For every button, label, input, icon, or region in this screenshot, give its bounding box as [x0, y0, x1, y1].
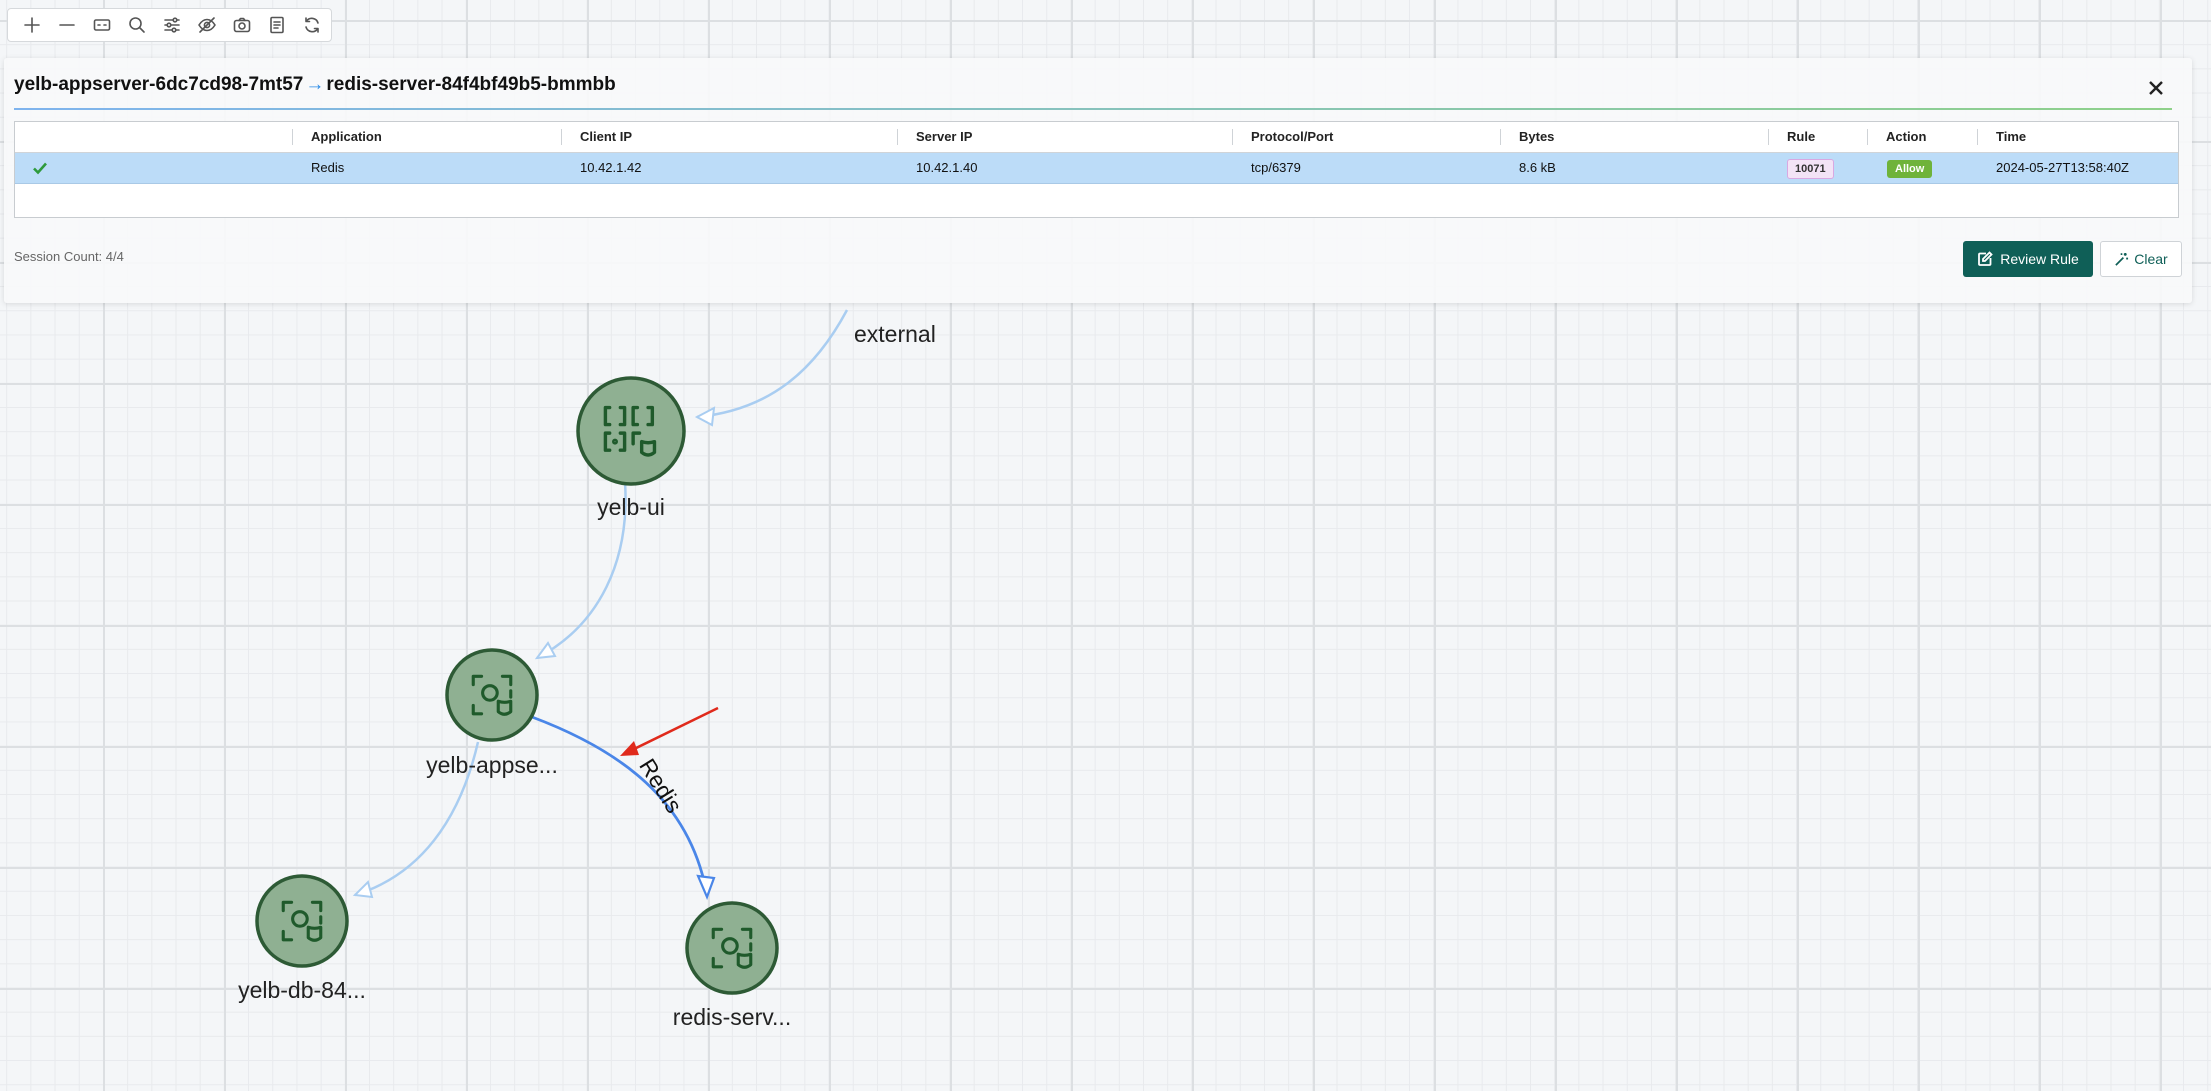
report-button[interactable] [259, 10, 294, 40]
edge-yelb-ui-arrowhead [534, 641, 557, 660]
session-count: Session Count: 4/4 [14, 249, 124, 264]
action-badge: Allow [1887, 160, 1933, 178]
cell-server-ip: 10.42.1.40 [916, 160, 978, 175]
annotation-arrowhead [620, 741, 639, 756]
column-header-action[interactable]: Action [1886, 122, 1926, 152]
report-icon [269, 16, 284, 34]
refresh-button[interactable] [294, 10, 329, 40]
hide-eye-icon [197, 17, 216, 33]
column-header-application[interactable]: Application [311, 122, 382, 152]
column-header-server-ip[interactable]: Server IP [916, 122, 972, 152]
clear-button[interactable]: Clear [2100, 241, 2182, 277]
close-icon [2149, 81, 2163, 95]
refresh-icon [304, 17, 319, 33]
node-redis-server[interactable] [685, 901, 779, 995]
zoom-out-button[interactable] [49, 10, 84, 40]
column-divider [897, 129, 898, 145]
cell-application: Redis [311, 160, 345, 175]
fit-view-button[interactable] [84, 10, 119, 40]
hide-button[interactable] [189, 10, 224, 40]
zoom-out-icon [58, 24, 75, 26]
fit-view-icon [93, 19, 110, 31]
edge-redis-arrowhead [696, 874, 716, 900]
node-label-yelb-appserver: yelb-appse... [426, 752, 558, 778]
column-header-rule[interactable]: Rule [1787, 122, 1815, 152]
filter-sliders-icon [163, 17, 180, 33]
node-label-yelb-ui: yelb-ui [597, 494, 665, 520]
filter-button[interactable] [154, 10, 189, 40]
column-divider [1500, 129, 1501, 145]
annotation-arrow [627, 706, 719, 754]
column-divider [561, 129, 562, 145]
node-yelb-appserver[interactable] [445, 648, 539, 742]
column-header-protocol-port[interactable]: Protocol/Port [1251, 122, 1333, 152]
camera-icon [233, 17, 250, 33]
zoom-in-icon [23, 17, 40, 33]
review-rule-button[interactable]: Review Rule [1963, 241, 2093, 277]
zoom-in-button[interactable] [14, 10, 49, 40]
column-divider [1232, 129, 1233, 145]
screenshot-button[interactable] [224, 10, 259, 40]
column-header-client-ip[interactable]: Client IP [580, 122, 632, 152]
node-label-redis-server: redis-serv... [673, 1004, 791, 1030]
table-header: Application Client IP Server IP Protocol… [15, 122, 2178, 153]
destination-workload: redis-server-84f4bf49b5-bmmbb [326, 74, 616, 95]
flow-detail-panel: yelb-appserver-6dc7cd98-7mt57 → redis-serv… [4, 58, 2192, 303]
node-yelb-db[interactable] [255, 874, 349, 968]
cell-client-ip: 10.42.1.42 [580, 160, 642, 175]
node-yelb-ui[interactable] [576, 376, 686, 486]
edge-label-redis: Redis [634, 754, 687, 818]
column-header-bytes[interactable]: Bytes [1519, 122, 1554, 152]
clear-label: Clear [2134, 251, 2168, 267]
node-label-external: external [854, 321, 936, 347]
edge-external-to-yelb-ui[interactable] [696, 309, 849, 419]
column-divider [1867, 129, 1868, 145]
rule-badge[interactable]: 10071 [1787, 159, 1834, 179]
graph-toolbar [7, 8, 332, 42]
column-header-time[interactable]: Time [1996, 122, 2026, 152]
search-icon [128, 17, 145, 33]
search-button[interactable] [119, 10, 154, 40]
panel-divider [14, 108, 2172, 110]
column-divider [292, 129, 293, 145]
node-label-yelb-db: yelb-db-84... [238, 977, 366, 1003]
magic-wand-icon [2115, 252, 2129, 266]
panel-title: yelb-appserver-6dc7cd98-7mt57 → redis-serv… [14, 74, 616, 96]
cell-time: 2024-05-27T13:58:40Z [1996, 160, 2129, 175]
review-rule-label: Review Rule [2000, 251, 2079, 267]
cell-bytes: 8.6 kB [1519, 160, 1556, 175]
table-row[interactable]: Redis 10.42.1.42 10.42.1.40 tcp/6379 8.6… [15, 153, 2178, 184]
sessions-table: Application Client IP Server IP Protocol… [14, 121, 2179, 218]
flow-arrow-icon: → [305, 74, 325, 95]
check-icon [31, 153, 49, 183]
edge-external-arrowhead [694, 406, 716, 427]
column-divider [1768, 129, 1769, 145]
cell-protocol-port: tcp/6379 [1251, 160, 1301, 175]
close-button[interactable] [2144, 76, 2168, 100]
edit-icon [1978, 251, 1993, 266]
edge-yelb-db-arrowhead [352, 880, 374, 899]
column-divider [1977, 129, 1978, 145]
source-workload: yelb-appserver-6dc7cd98-7mt57 [14, 74, 304, 95]
